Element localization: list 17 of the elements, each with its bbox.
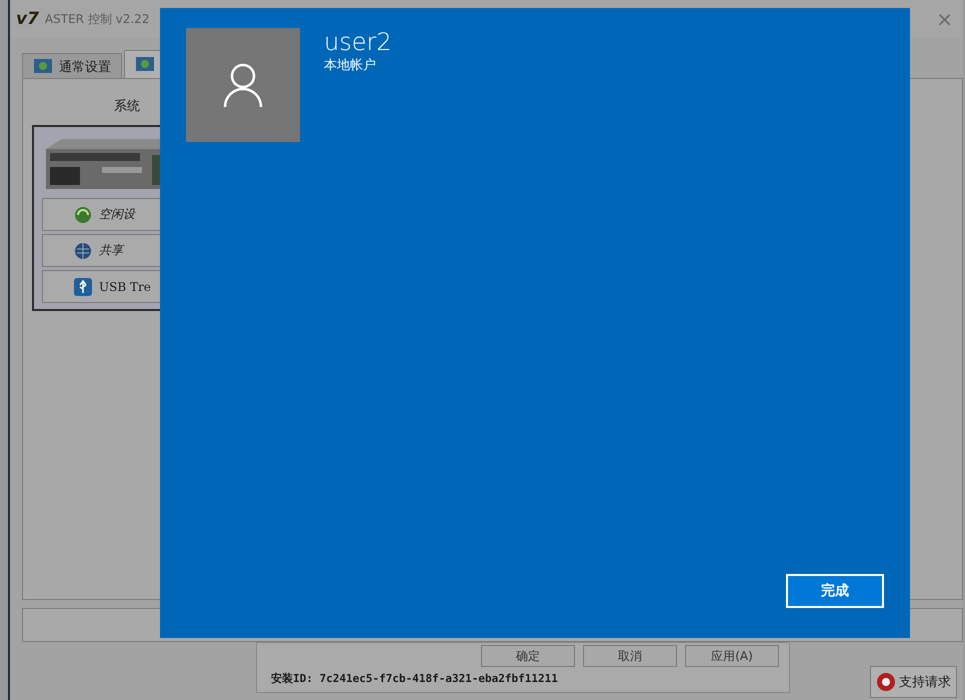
account-type: 本地帐户 <box>324 57 377 74</box>
user-name: user2 <box>324 28 392 56</box>
dialog-button[interactable]: 确定 <box>481 645 575 667</box>
install-id: 安装ID: 7c241ec5-f7cb-418f-a321-eba2fbf11211 <box>270 671 558 686</box>
user-icon <box>223 62 263 108</box>
globe-icon <box>73 240 93 260</box>
app-logo: v7 <box>16 9 39 29</box>
window-title: ASTER 控制 v2.22 <box>44 10 150 28</box>
support-button[interactable]: 支持请求 <box>870 666 957 698</box>
dialog-button[interactable]: 取消 <box>583 645 677 667</box>
usb-icon <box>73 276 93 296</box>
tab[interactable]: 通常设置 <box>22 53 122 79</box>
recycle-icon <box>73 204 93 224</box>
done-button[interactable]: 完成 <box>786 574 884 608</box>
dialog-button[interactable]: 应用(A) <box>685 645 779 667</box>
lifebuoy-icon <box>876 672 896 692</box>
group-title: 系统 <box>114 98 140 116</box>
